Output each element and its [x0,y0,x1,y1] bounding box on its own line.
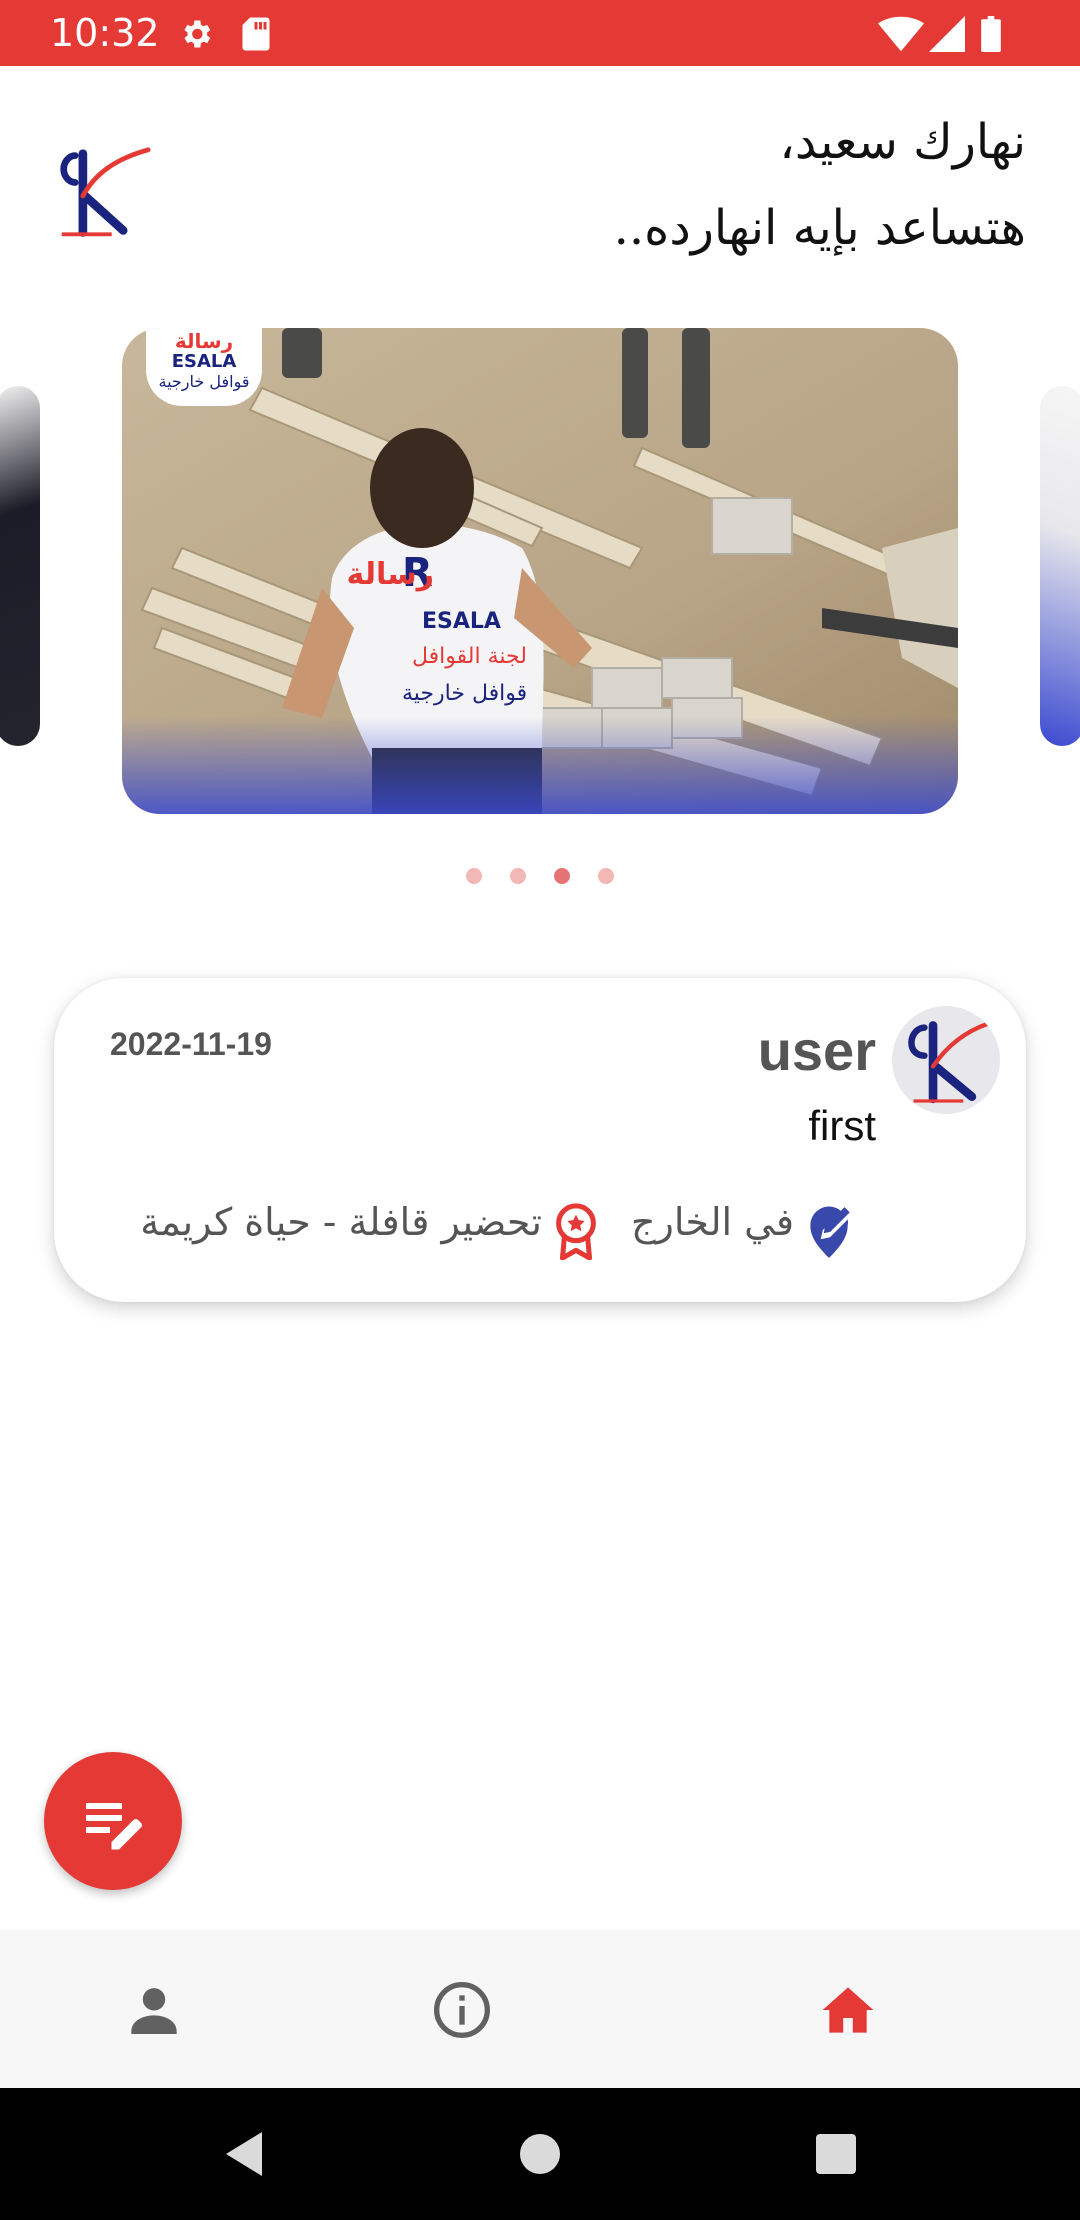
info-icon[interactable] [430,1978,494,2042]
slide-brand-badge: رسالة ESALA قوافل خارجية [146,328,262,406]
gear-icon [184,20,211,48]
user-name: user [757,1019,876,1082]
carousel-dot-active[interactable] [554,868,570,884]
battery-icon [981,16,1001,52]
badge-brand-latin: ESALA [171,351,237,372]
resala-logo-icon [908,1021,992,1104]
resala-logo-icon [60,147,151,237]
carousel-indicator [0,868,1080,888]
add-note-button[interactable] [44,1752,182,1890]
status-time: 10:32 [50,11,160,55]
post-date: 2022-11-19 [110,1026,272,1062]
badge-subtitle: قوافل خارجية [158,372,250,391]
award-badge-icon [556,1203,596,1260]
carousel-dot[interactable] [598,868,614,884]
greeting-line-1: نهارك سعيد، [779,114,1026,170]
back-icon[interactable] [222,2130,266,2178]
home-circle-icon[interactable] [518,2130,562,2178]
badge-brand-arabic: رسالة [174,329,234,353]
post-card[interactable]: 2022-11-19 user first في الخارج تحضير قا… [54,978,1026,1302]
location-edit-icon [810,1206,850,1258]
bottom-navigation [0,1930,1080,2088]
user-subtitle: first [808,1102,876,1149]
image-carousel[interactable]: R رسالة ESALA لجنة القوافل قوافل خارجية … [0,326,1080,816]
signal-icon [929,16,965,52]
wifi-icon [878,16,924,52]
carousel-next-slide[interactable] [1040,386,1080,746]
greeting-line-2: هتساعد بإيه انهارده.. [613,200,1026,256]
home-icon[interactable] [816,1978,880,2042]
person-icon[interactable] [122,1978,186,2042]
carousel-current-slide[interactable]: R رسالة ESALA لجنة القوافل قوافل خارجية … [122,328,958,814]
avatar[interactable] [892,1006,1000,1114]
carousel-prev-slide[interactable] [0,386,40,746]
activity-label: تحضير قافلة - حياة كريمة [140,1200,542,1244]
sd-card-icon [242,17,270,51]
carousel-dot[interactable] [466,868,482,884]
greeting: نهارك سعيد، هتساعد بإيه انهارده.. [306,110,1026,260]
system-navigation-bar [0,2088,1080,2220]
volunteer-photo: R رسالة ESALA لجنة القوافل قوافل خارجية [122,328,958,814]
location-label: في الخارج [630,1200,794,1244]
carousel-dot[interactable] [510,868,526,884]
edit-notes-icon [86,1803,143,1850]
recents-icon[interactable] [814,2130,858,2178]
status-bar: 10:32 [0,0,1080,66]
